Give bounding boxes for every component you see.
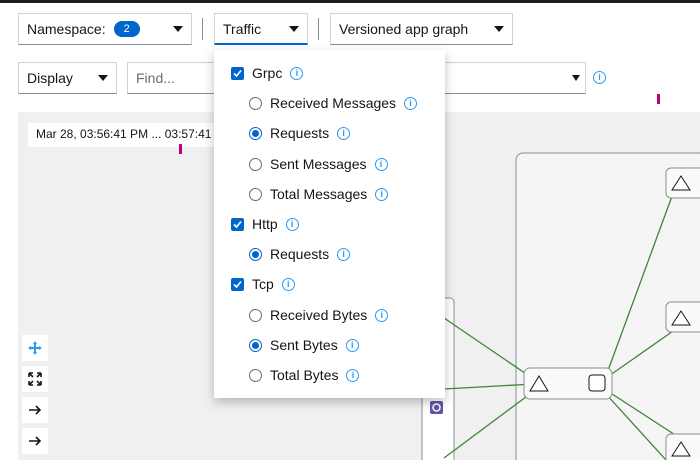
info-circle-icon[interactable]: i: [337, 247, 351, 261]
menu-option-label: Sent Bytes: [270, 337, 338, 353]
marker: [657, 94, 660, 104]
caret-down-icon: [173, 26, 183, 32]
menu-option-label: Total Bytes: [270, 367, 339, 383]
info-circle-icon[interactable]: i: [593, 71, 606, 84]
menu-group-grpc[interactable]: Grpc i: [231, 65, 304, 81]
menu-option-grpc-received-messages[interactable]: Received Messages i: [249, 95, 418, 111]
menu-group-label: Http: [252, 216, 278, 232]
menu-group-tcp[interactable]: Tcp i: [231, 276, 295, 292]
hide-input[interactable]: [440, 62, 586, 94]
traffic-menu: Grpc i Received Messages i Requests i Se…: [214, 50, 445, 398]
info-circle-icon[interactable]: i: [346, 368, 360, 382]
radio-button[interactable]: [249, 368, 262, 382]
display-label: Display: [27, 70, 73, 86]
radio-button-selected[interactable]: [249, 247, 262, 261]
layout-button[interactable]: [22, 397, 48, 423]
masthead-edge: [0, 0, 700, 3]
namespace-count-badge: 2: [113, 21, 140, 37]
toolbar-divider: [202, 18, 203, 40]
info-circle-icon[interactable]: i: [345, 338, 359, 352]
menu-option-label: Requests: [270, 125, 330, 141]
menu-option-grpc-sent-messages[interactable]: Sent Messages i: [249, 156, 388, 172]
arrow-right-icon: [29, 436, 42, 446]
check-icon: [233, 220, 242, 228]
graph-time-range: Mar 28, 03:56:41 PM ... 03:57:41 PM: [28, 123, 218, 147]
caret-down-icon[interactable]: [572, 75, 580, 81]
layout-button-2[interactable]: [22, 428, 48, 454]
radio-button[interactable]: [249, 187, 262, 201]
toolbar-divider: [318, 18, 319, 40]
menu-option-tcp-sent-bytes[interactable]: Sent Bytes i: [249, 337, 359, 353]
radio-button[interactable]: [249, 157, 262, 171]
checkbox-checked[interactable]: [231, 217, 244, 231]
arrow-right-icon: [29, 405, 42, 415]
namespace-dropdown[interactable]: Namespace: 2: [18, 13, 192, 45]
check-icon: [233, 280, 242, 288]
menu-option-label: Requests: [270, 246, 330, 262]
marker: [179, 144, 182, 154]
info-circle-icon[interactable]: i: [281, 277, 295, 291]
checkbox-checked[interactable]: [231, 66, 244, 80]
menu-group-label: Tcp: [252, 276, 274, 292]
menu-option-tcp-received-bytes[interactable]: Received Bytes i: [249, 307, 389, 323]
info-circle-icon[interactable]: i: [290, 66, 304, 80]
graph-type-label: Versioned app graph: [339, 21, 469, 37]
fit-button[interactable]: [22, 366, 48, 392]
menu-option-label: Received Bytes: [270, 307, 368, 323]
info-circle-icon[interactable]: i: [374, 157, 388, 171]
caret-down-icon: [98, 75, 108, 81]
menu-option-grpc-requests[interactable]: Requests i: [249, 125, 351, 141]
menu-group-label: Grpc: [252, 65, 283, 81]
info-circle-icon[interactable]: i: [285, 217, 299, 231]
info-circle-icon[interactable]: i: [375, 187, 389, 201]
menu-group-http[interactable]: Http i: [231, 216, 299, 232]
menu-option-label: Received Messages: [270, 95, 397, 111]
find-input[interactable]: [127, 62, 217, 94]
traffic-label: Traffic: [223, 20, 262, 37]
menu-option-label: Total Messages: [270, 186, 368, 202]
expand-icon: [28, 372, 42, 386]
menu-option-grpc-total-messages[interactable]: Total Messages i: [249, 186, 389, 202]
radio-button[interactable]: [249, 308, 262, 322]
checkbox-checked[interactable]: [231, 277, 244, 291]
check-icon: [233, 69, 242, 77]
radio-button-selected[interactable]: [249, 126, 262, 140]
menu-option-http-requests[interactable]: Requests i: [249, 246, 351, 262]
service-badge: [430, 401, 443, 414]
namespace-label: Namespace:: [27, 21, 106, 37]
menu-option-tcp-total-bytes[interactable]: Total Bytes i: [249, 367, 360, 383]
info-circle-icon[interactable]: i: [375, 308, 389, 322]
display-dropdown[interactable]: Display: [18, 62, 117, 94]
arrows-move-icon: [28, 341, 42, 355]
info-circle-icon[interactable]: i: [337, 126, 351, 140]
menu-option-label: Sent Messages: [270, 156, 367, 172]
traffic-dropdown[interactable]: Traffic: [214, 13, 308, 45]
pan-button[interactable]: [22, 335, 48, 361]
caret-down-icon: [289, 25, 299, 32]
radio-button[interactable]: [249, 96, 262, 110]
caret-down-icon: [494, 26, 504, 32]
info-circle-icon[interactable]: i: [404, 96, 418, 110]
service-node[interactable]: [588, 374, 606, 392]
radio-button-selected[interactable]: [249, 338, 262, 352]
graph-type-dropdown[interactable]: Versioned app graph: [330, 13, 513, 45]
